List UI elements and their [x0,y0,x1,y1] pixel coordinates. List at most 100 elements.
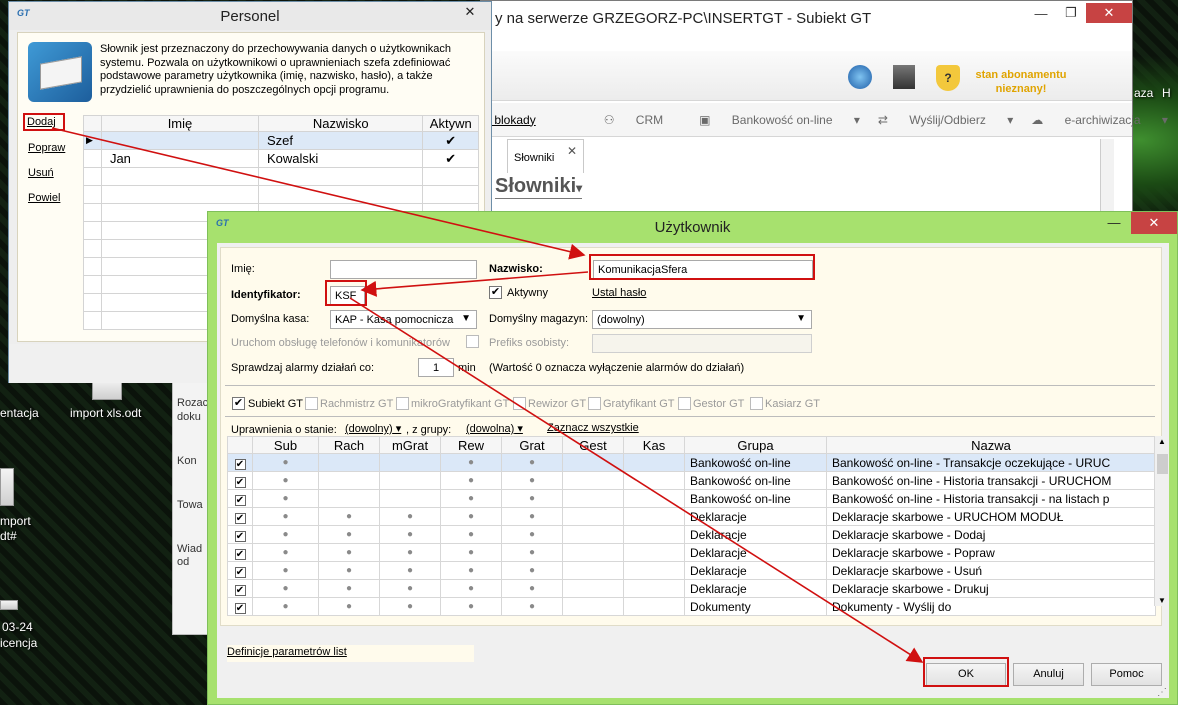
row-checkbox[interactable]: ✔ [227,543,253,562]
permission-cell[interactable] [562,561,624,580]
vertical-scrollbar[interactable] [1100,139,1114,215]
table-row[interactable]: ✔ ● ● ● ● ● Dokumenty Dokumenty - Wyślij do [227,597,1156,616]
crm-button[interactable]: ⚇ CRM [604,113,681,127]
permission-cell[interactable]: ● [252,561,319,580]
table-row[interactable]: ✔ ● ● ● ● ● Deklaracje Deklaracje skarbowe - Po… [227,543,1156,562]
permission-cell[interactable] [623,543,685,562]
permission-cell[interactable] [562,597,624,616]
permission-cell[interactable]: ● [440,507,502,526]
permission-cell[interactable] [562,507,624,526]
permission-cell[interactable]: ● [501,489,563,508]
module-checkbox-subiekt[interactable]: ✔ [232,397,245,410]
permission-cell[interactable] [318,489,380,508]
table-row[interactable]: ✔ ● ● ● ● ● Deklaracje Deklaracje skarbowe - Us… [227,561,1156,580]
column-header-nazwisko[interactable]: Nazwisko [257,115,424,132]
tab-slowniki[interactable]: Słowniki ✕ [507,139,584,173]
permission-cell[interactable]: ● [501,471,563,490]
permission-cell[interactable]: ● [379,579,441,598]
permission-cell[interactable]: ● [379,597,441,616]
maximize-icon[interactable]: ❐ [1056,3,1086,23]
table-row[interactable]: ✔ ● ● ● ● ● Deklaracje Deklaracje skarbowe - UR… [227,507,1156,526]
kasa-select[interactable]: KAP - Kasa pomocnicza ▼ [330,310,477,329]
minimize-icon[interactable]: — [1099,212,1129,232]
module-checkbox-rachmistrz[interactable] [305,397,318,410]
page-heading[interactable]: Słowniki▾ [495,175,583,199]
permission-cell[interactable] [318,471,380,490]
permission-cell[interactable]: ● [252,543,319,562]
magazyn-select[interactable]: (dowolny) ▼ [592,310,812,329]
permission-cell[interactable]: ● [252,579,319,598]
permission-cell[interactable] [379,489,441,508]
close-icon[interactable]: ✕ [1131,212,1177,234]
resize-grip-icon[interactable]: ⋰ [1157,687,1167,698]
permission-cell[interactable] [623,561,685,580]
module-checkbox-rewizor[interactable] [513,397,526,410]
desktop-file-icon[interactable] [0,468,14,506]
permission-cell[interactable]: ● [440,471,502,490]
help-button[interactable]: Pomoc [1091,663,1162,686]
column-header[interactable]: Sub [252,436,319,454]
permission-cell[interactable]: ● [501,453,563,472]
permission-cell[interactable]: ● [252,489,319,508]
permission-cell[interactable]: ● [252,525,319,544]
aktywny-checkbox[interactable]: ✔ [489,286,502,299]
table-row[interactable]: ✔ ● ● ● Bankowość on-line Bankowość on-line -… [227,471,1156,490]
permission-cell[interactable]: ● [318,543,380,562]
add-link[interactable]: Dodaj [23,113,66,131]
grupa-filter[interactable]: (dowolna) ▾ [466,422,523,435]
table-row[interactable]: ✔ ● ● ● Bankowość on-line Bankowość on-line -… [227,489,1156,508]
alarmy-input[interactable]: 1 [418,358,454,377]
permission-cell[interactable] [623,471,685,490]
permission-cell[interactable]: ● [501,543,563,562]
module-checkbox-gestor[interactable] [678,397,691,410]
globe-icon[interactable] [848,65,872,89]
permission-cell[interactable] [623,507,685,526]
edit-link[interactable]: Popraw [28,140,65,156]
permission-cell[interactable]: ● [440,453,502,472]
permission-cell[interactable]: ● [252,453,319,472]
column-header[interactable]: Kas [623,436,685,454]
permission-cell[interactable]: ● [318,507,380,526]
copy-link[interactable]: Powiel [28,190,65,206]
table-row[interactable]: Jan Kowalski ✔ [83,149,479,168]
table-row[interactable]: ✔ ● ● ● ● ● Deklaracje Deklaracje skarbowe - Do… [227,525,1156,544]
permission-cell[interactable] [562,579,624,598]
permission-cell[interactable] [623,453,685,472]
ustal-haslo-link[interactable]: Ustal hasło [592,287,646,299]
permission-cell[interactable] [623,525,685,544]
permission-cell[interactable]: ● [440,489,502,508]
permission-cell[interactable] [562,543,624,562]
desktop-label-aza[interactable]: aza [1134,86,1153,100]
uruchom-checkbox[interactable] [466,335,479,348]
permission-cell[interactable]: ● [440,561,502,580]
close-icon[interactable]: ✕ [1086,3,1132,23]
table-row[interactable]: ✔ ● ● ● Bankowość on-line Bankowość on-line -… [227,453,1156,472]
e-archive-button[interactable]: ☁ e-archiwizacja ▾ [1031,113,1168,127]
tab-close-icon[interactable]: ✕ [567,144,577,158]
permission-cell[interactable]: ● [501,561,563,580]
desktop-file-icon[interactable] [0,600,18,610]
definicje-link[interactable]: Definicje parametrów list [227,646,347,658]
permission-cell[interactable]: ● [501,525,563,544]
prefiks-input[interactable] [592,334,812,353]
permission-cell[interactable]: ● [252,597,319,616]
column-header[interactable]: Grat [501,436,563,454]
desktop-label-mport[interactable]: mport [0,514,31,528]
column-header-imie[interactable]: Imię [100,115,260,132]
table-row[interactable]: ✔ ● ● ● ● ● Deklaracje Deklaracje skarbowe - Dr… [227,579,1156,598]
row-checkbox[interactable]: ✔ [227,597,253,616]
permission-cell[interactable]: ● [318,579,380,598]
permission-cell[interactable]: ● [252,507,319,526]
permission-cell[interactable]: ● [379,507,441,526]
row-checkbox[interactable]: ✔ [227,525,253,544]
permission-cell[interactable]: ● [379,561,441,580]
permission-cell[interactable]: ● [252,471,319,490]
permission-cell[interactable]: ● [501,597,563,616]
permission-cell[interactable] [562,471,624,490]
permission-cell[interactable]: ● [379,543,441,562]
column-header[interactable]: Rach [318,436,380,454]
permission-cell[interactable] [562,453,624,472]
permission-cell[interactable]: ● [501,507,563,526]
imie-input[interactable] [330,260,477,279]
permission-cell[interactable] [562,525,624,544]
